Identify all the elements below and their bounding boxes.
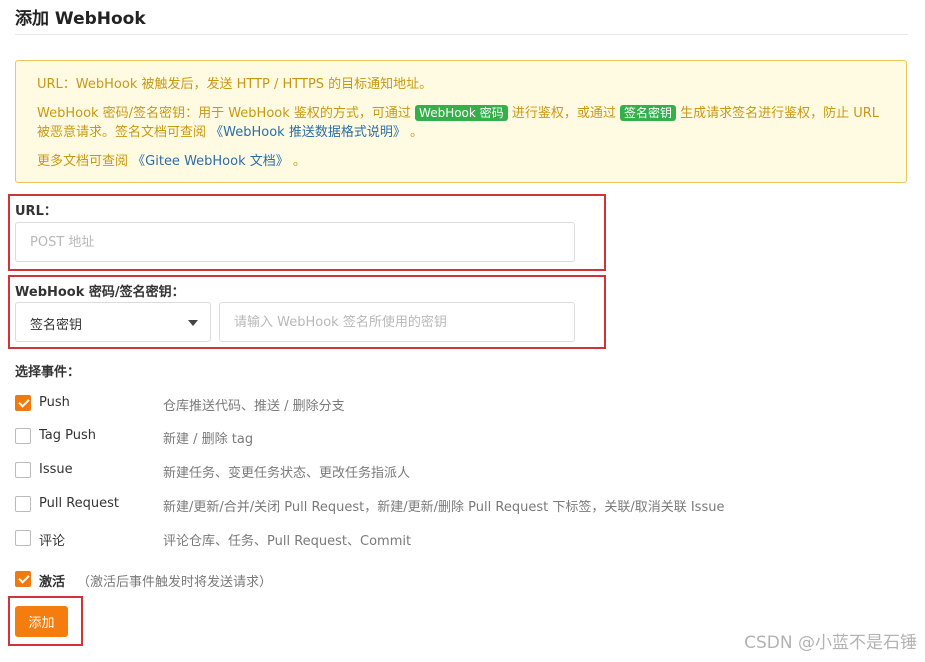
event-name: Tag Push bbox=[39, 428, 97, 443]
tag-push-checkbox[interactable] bbox=[15, 428, 31, 444]
active-checkbox[interactable] bbox=[15, 571, 31, 587]
notice-secret-end: 。 bbox=[409, 125, 423, 140]
link-push-format-doc[interactable]: 《WebHook 推送数据格式说明》 bbox=[210, 125, 406, 140]
url-label: URL： bbox=[15, 204, 57, 219]
add-button[interactable]: 添加 bbox=[15, 606, 68, 637]
event-name: 评论 bbox=[39, 534, 66, 549]
event-name: Push bbox=[39, 395, 70, 410]
active-hint: （激活后事件触发时将发送请求） bbox=[77, 575, 273, 590]
url-input[interactable] bbox=[15, 222, 575, 262]
secret-type-select[interactable]: 签名密钥 bbox=[15, 302, 211, 342]
comment-checkbox[interactable] bbox=[15, 530, 31, 546]
notice-url-line: URL：WebHook 被触发后，发送 HTTP / HTTPS 的目标通知地址… bbox=[37, 77, 433, 92]
event-row-push: Push 仓库推送代码、推送 / 删除分支 bbox=[15, 394, 815, 414]
notice-secret-text-a: WebHook 密码/签名密钥：用于 WebHook 鉴权的方式，可通过 bbox=[37, 106, 411, 121]
notice-more-docs-end: 。 bbox=[292, 154, 306, 169]
pull-request-checkbox[interactable] bbox=[15, 496, 31, 512]
issue-checkbox[interactable] bbox=[15, 462, 31, 478]
event-name: Pull Request bbox=[39, 496, 120, 511]
secret-input[interactable] bbox=[219, 302, 575, 342]
notice-secret-text-b: 进行鉴权，或通过 bbox=[511, 106, 616, 121]
event-desc: 仓库推送代码、推送 / 删除分支 bbox=[163, 399, 345, 414]
event-row-issue: Issue 新建任务、变更任务状态、更改任务指派人 bbox=[15, 461, 815, 481]
push-checkbox[interactable] bbox=[15, 395, 31, 411]
event-name: Issue bbox=[39, 462, 73, 477]
tag-webhook-password: WebHook 密码 bbox=[415, 105, 508, 121]
page-title: 添加 WebHook bbox=[15, 9, 146, 29]
event-desc: 新建/更新/合并/关闭 Pull Request，新建/更新/删除 Pull R… bbox=[163, 500, 725, 515]
events-label: 选择事件： bbox=[15, 365, 81, 380]
active-label: 激活 bbox=[39, 575, 66, 590]
info-notice: URL：WebHook 被触发后，发送 HTTP / HTTPS 的目标通知地址… bbox=[15, 60, 907, 183]
event-row-pull-request: Pull Request 新建/更新/合并/关闭 Pull Request，新建… bbox=[15, 495, 815, 515]
watermark: CSDN @小蓝不是石锤 bbox=[744, 633, 917, 653]
notice-secret-line: WebHook 密码/签名密钥：用于 WebHook 鉴权的方式，可通过 Web… bbox=[37, 104, 886, 142]
event-desc: 评论仓库、任务、Pull Request、Commit bbox=[163, 534, 412, 549]
event-row-comment: 评论 评论仓库、任务、Pull Request、Commit bbox=[15, 529, 815, 549]
tag-signature-key: 签名密钥 bbox=[619, 105, 676, 121]
event-desc: 新建 / 删除 tag bbox=[163, 432, 254, 447]
secret-label: WebHook 密码/签名密钥： bbox=[15, 285, 185, 300]
notice-more-docs-line: 更多文档可查阅 《Gitee WebHook 文档》 。 bbox=[37, 152, 886, 171]
caret-down-icon bbox=[188, 320, 198, 326]
event-desc: 新建任务、变更任务状态、更改任务指派人 bbox=[163, 466, 411, 481]
event-row-tag-push: Tag Push 新建 / 删除 tag bbox=[15, 427, 815, 447]
link-gitee-webhook-doc[interactable]: 《Gitee WebHook 文档》 bbox=[132, 154, 289, 169]
secret-type-value: 签名密钥 bbox=[30, 318, 83, 333]
notice-more-docs-prefix: 更多文档可查阅 bbox=[37, 154, 129, 169]
title-divider bbox=[15, 34, 908, 35]
